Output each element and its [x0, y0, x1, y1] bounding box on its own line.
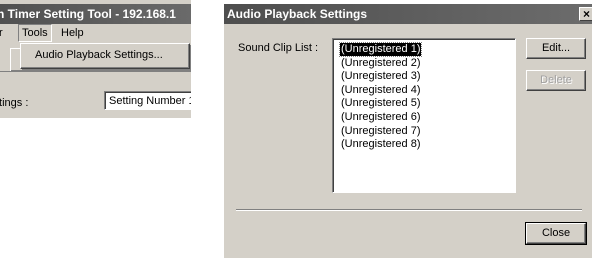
tools-dropdown-menu: Audio Playback Settings... — [20, 43, 190, 69]
list-item[interactable]: (Unregistered 2) — [340, 57, 421, 70]
settings-select[interactable]: Setting Number 1 — [104, 91, 191, 110]
dialog-title: Audio Playback Settings — [227, 7, 368, 21]
list-item[interactable]: (Unregistered 4) — [340, 84, 421, 97]
menu-file[interactable]: r — [0, 25, 6, 41]
main-title-bar: n Timer Setting Tool - 192.168.1 — [0, 4, 191, 24]
sound-clip-list-label: Sound Clip List : — [238, 42, 319, 54]
delete-button[interactable]: Delete — [526, 70, 586, 91]
list-item[interactable]: (Unregistered 1) — [338, 42, 423, 57]
main-window-title: n Timer Setting Tool - 192.168.1 — [0, 7, 176, 21]
list-item[interactable]: (Unregistered 7) — [340, 125, 421, 138]
toolbar-divider — [0, 71, 191, 72]
menu-help[interactable]: Help — [58, 25, 87, 41]
list-item[interactable]: (Unregistered 3) — [340, 70, 421, 83]
list-item[interactable]: (Unregistered 8) — [340, 138, 421, 151]
menu-item-audio-playback-settings[interactable]: Audio Playback Settings... — [35, 48, 163, 63]
list-item[interactable]: (Unregistered 6) — [340, 111, 421, 124]
dialog-title-bar: Audio Playback Settings × — [224, 4, 592, 24]
audio-playback-settings-dialog: Audio Playback Settings × Sound Clip Lis… — [224, 4, 592, 258]
main-window: n Timer Setting Tool - 192.168.1 r Tools… — [0, 0, 191, 118]
list-item[interactable]: (Unregistered 5) — [340, 97, 421, 110]
sound-clip-listbox[interactable]: (Unregistered 1) (Unregistered 2) (Unreg… — [332, 38, 516, 193]
close-icon[interactable]: × — [579, 7, 592, 21]
close-button[interactable]: Close — [525, 222, 587, 245]
settings-label: ttings : — [0, 97, 29, 109]
menu-bar: r Tools Help — [0, 24, 191, 43]
menu-tools[interactable]: Tools — [18, 24, 52, 42]
edit-button[interactable]: Edit... — [526, 38, 586, 59]
dialog-separator — [236, 209, 582, 211]
